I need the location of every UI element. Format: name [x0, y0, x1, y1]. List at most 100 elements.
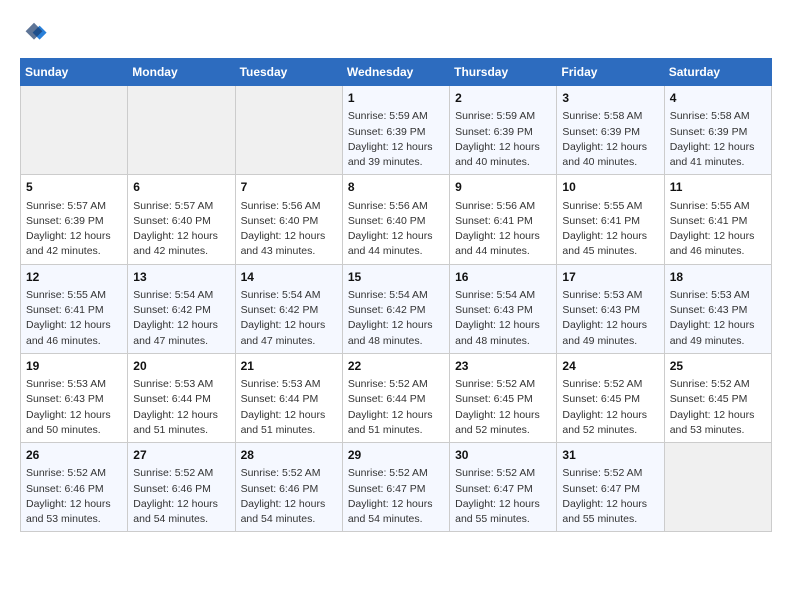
day-number: 31: [562, 447, 658, 464]
day-info: Sunrise: 5:54 AM Sunset: 6:42 PM Dayligh…: [133, 289, 218, 347]
calendar-cell: 11 Sunrise: 5:55 AM Sunset: 6:41 PM Dayli…: [664, 175, 771, 264]
day-number: 24: [562, 358, 658, 375]
day-info: Sunrise: 5:57 AM Sunset: 6:39 PM Dayligh…: [26, 200, 111, 258]
calendar-cell: [235, 86, 342, 175]
calendar-cell: 16 Sunrise: 5:54 AM Sunset: 6:43 PM Dayli…: [450, 264, 557, 353]
day-number: 16: [455, 269, 551, 286]
day-number: 1: [348, 90, 444, 107]
calendar-cell: 12 Sunrise: 5:55 AM Sunset: 6:41 PM Dayli…: [21, 264, 128, 353]
day-number: 29: [348, 447, 444, 464]
day-info: Sunrise: 5:55 AM Sunset: 6:41 PM Dayligh…: [562, 200, 647, 258]
calendar-cell: 4Sunrise: 5:58 AM Sunset: 6:39 PM Daylig…: [664, 86, 771, 175]
logo-icon: [20, 20, 48, 48]
calendar-cell: 7 Sunrise: 5:56 AM Sunset: 6:40 PM Daylig…: [235, 175, 342, 264]
calendar-cell: 30Sunrise: 5:52 AM Sunset: 6:47 PM Dayli…: [450, 443, 557, 532]
calendar-week-row: 12 Sunrise: 5:55 AM Sunset: 6:41 PM Dayli…: [21, 264, 772, 353]
day-number: 19: [26, 358, 122, 375]
day-number: 26: [26, 447, 122, 464]
day-number: 21: [241, 358, 337, 375]
day-number: 12: [26, 269, 122, 286]
calendar-cell: 26 Sunrise: 5:52 AM Sunset: 6:46 PM Dayli…: [21, 443, 128, 532]
calendar-cell: 24Sunrise: 5:52 AM Sunset: 6:45 PM Dayli…: [557, 353, 664, 442]
calendar-cell: 28Sunrise: 5:52 AM Sunset: 6:46 PM Dayli…: [235, 443, 342, 532]
calendar-cell: 14 Sunrise: 5:54 AM Sunset: 6:42 PM Dayli…: [235, 264, 342, 353]
calendar-cell: 3Sunrise: 5:58 AM Sunset: 6:39 PM Daylig…: [557, 86, 664, 175]
calendar-cell: 13 Sunrise: 5:54 AM Sunset: 6:42 PM Dayli…: [128, 264, 235, 353]
day-info: Sunrise: 5:57 AM Sunset: 6:40 PM Dayligh…: [133, 200, 218, 258]
calendar-cell: 22Sunrise: 5:52 AM Sunset: 6:44 PM Dayli…: [342, 353, 449, 442]
calendar-cell: 6 Sunrise: 5:57 AM Sunset: 6:40 PM Daylig…: [128, 175, 235, 264]
weekday-row: SundayMondayTuesdayWednesdayThursdayFrid…: [21, 59, 772, 86]
weekday-header: Saturday: [664, 59, 771, 86]
calendar-cell: 19 Sunrise: 5:53 AM Sunset: 6:43 PM Dayli…: [21, 353, 128, 442]
day-info: Sunrise: 5:52 AM Sunset: 6:47 PM Dayligh…: [348, 467, 433, 525]
day-number: 25: [670, 358, 766, 375]
calendar-header: SundayMondayTuesdayWednesdayThursdayFrid…: [21, 59, 772, 86]
weekday-header: Thursday: [450, 59, 557, 86]
day-info: Sunrise: 5:52 AM Sunset: 6:44 PM Dayligh…: [348, 378, 433, 436]
day-info: Sunrise: 5:53 AM Sunset: 6:43 PM Dayligh…: [26, 378, 111, 436]
day-number: 15: [348, 269, 444, 286]
logo: [20, 20, 52, 48]
day-number: 17: [562, 269, 658, 286]
day-number: 8: [348, 179, 444, 196]
day-info: Sunrise: 5:54 AM Sunset: 6:43 PM Dayligh…: [455, 289, 540, 347]
day-number: 5: [26, 179, 122, 196]
calendar-week-row: 5 Sunrise: 5:57 AM Sunset: 6:39 PM Daylig…: [21, 175, 772, 264]
calendar-cell: 18 Sunrise: 5:53 AM Sunset: 6:43 PM Dayli…: [664, 264, 771, 353]
calendar-cell: [21, 86, 128, 175]
day-info: Sunrise: 5:53 AM Sunset: 6:43 PM Dayligh…: [670, 289, 755, 347]
day-number: 14: [241, 269, 337, 286]
header: [20, 20, 772, 48]
calendar-week-row: 26 Sunrise: 5:52 AM Sunset: 6:46 PM Dayli…: [21, 443, 772, 532]
calendar-cell: 20 Sunrise: 5:53 AM Sunset: 6:44 PM Dayli…: [128, 353, 235, 442]
day-info: Sunrise: 5:53 AM Sunset: 6:44 PM Dayligh…: [133, 378, 218, 436]
weekday-header: Monday: [128, 59, 235, 86]
day-info: Sunrise: 5:55 AM Sunset: 6:41 PM Dayligh…: [26, 289, 111, 347]
day-info: Sunrise: 5:52 AM Sunset: 6:46 PM Dayligh…: [133, 467, 218, 525]
day-info: Sunrise: 5:52 AM Sunset: 6:46 PM Dayligh…: [241, 467, 326, 525]
day-info: Sunrise: 5:59 AM Sunset: 6:39 PM Dayligh…: [455, 110, 540, 168]
day-number: 20: [133, 358, 229, 375]
day-info: Sunrise: 5:54 AM Sunset: 6:42 PM Dayligh…: [241, 289, 326, 347]
weekday-header: Friday: [557, 59, 664, 86]
calendar-cell: 27 Sunrise: 5:52 AM Sunset: 6:46 PM Dayli…: [128, 443, 235, 532]
calendar-week-row: 1 Sunrise: 5:59 AM Sunset: 6:39 PM Daylig…: [21, 86, 772, 175]
day-number: 6: [133, 179, 229, 196]
calendar-cell: 25 Sunrise: 5:52 AM Sunset: 6:45 PM Dayli…: [664, 353, 771, 442]
day-number: 4: [670, 90, 766, 107]
day-number: 13: [133, 269, 229, 286]
calendar-cell: 17 Sunrise: 5:53 AM Sunset: 6:43 PM Dayli…: [557, 264, 664, 353]
day-info: Sunrise: 5:52 AM Sunset: 6:45 PM Dayligh…: [670, 378, 755, 436]
day-number: 18: [670, 269, 766, 286]
day-info: Sunrise: 5:59 AM Sunset: 6:39 PM Dayligh…: [348, 110, 433, 168]
calendar-table: SundayMondayTuesdayWednesdayThursdayFrid…: [20, 58, 772, 532]
weekday-header: Sunday: [21, 59, 128, 86]
weekday-header: Wednesday: [342, 59, 449, 86]
weekday-header: Tuesday: [235, 59, 342, 86]
day-info: Sunrise: 5:52 AM Sunset: 6:45 PM Dayligh…: [455, 378, 540, 436]
day-number: 2: [455, 90, 551, 107]
day-info: Sunrise: 5:58 AM Sunset: 6:39 PM Dayligh…: [562, 110, 647, 168]
day-info: Sunrise: 5:55 AM Sunset: 6:41 PM Dayligh…: [670, 200, 755, 258]
day-info: Sunrise: 5:56 AM Sunset: 6:40 PM Dayligh…: [348, 200, 433, 258]
calendar-cell: 10Sunrise: 5:55 AM Sunset: 6:41 PM Dayli…: [557, 175, 664, 264]
day-info: Sunrise: 5:53 AM Sunset: 6:43 PM Dayligh…: [562, 289, 647, 347]
calendar-cell: 5 Sunrise: 5:57 AM Sunset: 6:39 PM Daylig…: [21, 175, 128, 264]
calendar-week-row: 19 Sunrise: 5:53 AM Sunset: 6:43 PM Dayli…: [21, 353, 772, 442]
day-info: Sunrise: 5:54 AM Sunset: 6:42 PM Dayligh…: [348, 289, 433, 347]
day-info: Sunrise: 5:56 AM Sunset: 6:40 PM Dayligh…: [241, 200, 326, 258]
day-number: 9: [455, 179, 551, 196]
calendar-cell: 9Sunrise: 5:56 AM Sunset: 6:41 PM Daylig…: [450, 175, 557, 264]
calendar-cell: 23 Sunrise: 5:52 AM Sunset: 6:45 PM Dayli…: [450, 353, 557, 442]
day-info: Sunrise: 5:52 AM Sunset: 6:46 PM Dayligh…: [26, 467, 111, 525]
calendar-cell: [128, 86, 235, 175]
calendar-cell: 15 Sunrise: 5:54 AM Sunset: 6:42 PM Dayli…: [342, 264, 449, 353]
calendar-cell: 2 Sunrise: 5:59 AM Sunset: 6:39 PM Daylig…: [450, 86, 557, 175]
day-number: 7: [241, 179, 337, 196]
calendar-cell: 8 Sunrise: 5:56 AM Sunset: 6:40 PM Daylig…: [342, 175, 449, 264]
calendar-cell: 1 Sunrise: 5:59 AM Sunset: 6:39 PM Daylig…: [342, 86, 449, 175]
day-number: 11: [670, 179, 766, 196]
day-number: 27: [133, 447, 229, 464]
day-number: 23: [455, 358, 551, 375]
